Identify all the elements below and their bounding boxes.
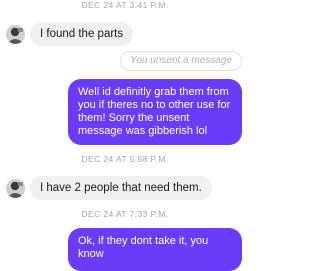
unsent-message-notice: You unsent a message: [120, 51, 242, 71]
received-message-bubble[interactable]: I have 2 people that need them.: [30, 176, 212, 200]
timestamp: DEC 24 AT 5:58 P.M.: [81, 154, 169, 164]
received-message-bubble[interactable]: I found the parts: [30, 22, 134, 46]
profile-avatar-icon: [6, 25, 25, 44]
timestamp: DEC 24 AT 3:41 P.M.: [81, 0, 169, 10]
avatar[interactable]: [6, 25, 25, 44]
sent-message-bubble[interactable]: Well id definitly grab them from you if …: [68, 79, 242, 145]
timestamp: DEC 24 AT 7:33 P.M.: [81, 209, 169, 219]
profile-avatar-icon: [6, 179, 25, 198]
avatar[interactable]: [6, 179, 25, 198]
